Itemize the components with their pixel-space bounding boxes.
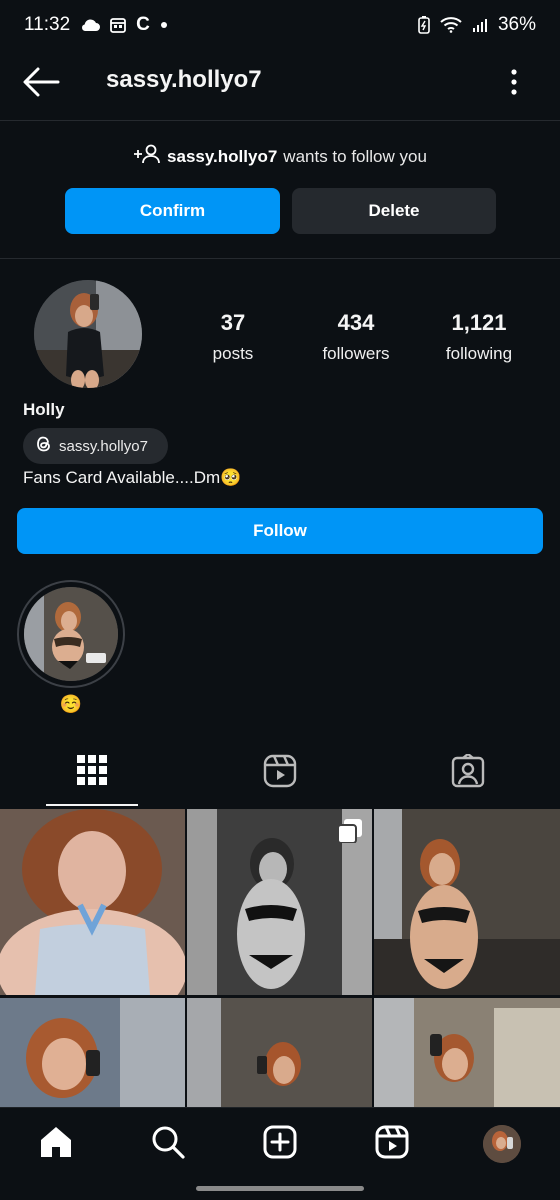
post-thumbnail[interactable] (0, 998, 185, 1107)
bottom-navigation (0, 1107, 560, 1179)
confirm-button[interactable]: Confirm (65, 188, 280, 234)
search-icon (151, 1125, 185, 1164)
stat-followers[interactable]: 434 followers (306, 310, 406, 364)
request-username[interactable]: sassy.hollyo7 (167, 147, 277, 167)
battery-saver-icon (418, 16, 430, 34)
add-person-icon (133, 144, 161, 169)
story-highlight[interactable]: ☺️ (17, 580, 125, 715)
follow-request-banner: sassy.hollyo7 wants to follow you (0, 144, 560, 169)
post-thumbnail[interactable] (0, 809, 185, 995)
post-thumbnail[interactable] (187, 809, 372, 995)
profile-avatar[interactable] (34, 280, 142, 388)
highlight-cover (24, 587, 118, 681)
following-label: following (445, 344, 513, 363)
tab-tagged[interactable] (422, 740, 514, 806)
nav-profile[interactable] (482, 1124, 522, 1164)
signal-icon (472, 17, 488, 33)
post-grid (0, 809, 560, 1107)
status-time: 11:32 (24, 14, 71, 35)
delete-button[interactable]: Delete (292, 188, 496, 234)
post-thumbnail[interactable] (187, 998, 372, 1107)
battery-level: 36% (497, 14, 536, 35)
wifi-icon (440, 17, 462, 33)
followers-count: 434 (337, 310, 375, 335)
nav-home[interactable] (36, 1124, 76, 1164)
nav-search[interactable] (148, 1124, 188, 1164)
request-text: wants to follow you (283, 146, 427, 166)
multiple-posts-icon (337, 819, 362, 848)
calendar-icon (110, 17, 127, 33)
display-name: Holly (23, 400, 65, 419)
posts-count: 37 (220, 310, 246, 335)
header-divider (0, 120, 560, 121)
back-arrow-icon[interactable] (22, 66, 60, 98)
followers-label: followers (322, 344, 390, 363)
profile-header: sassy.hollyo7 (0, 52, 560, 114)
follow-button[interactable]: Follow (17, 508, 543, 554)
tab-reels[interactable] (234, 740, 326, 806)
reels-icon (263, 754, 297, 793)
profile-tabs (0, 740, 560, 806)
nav-create[interactable] (260, 1124, 300, 1164)
create-icon (263, 1125, 297, 1164)
stat-posts[interactable]: 37 posts (190, 310, 276, 364)
dot-icon (160, 21, 168, 29)
tab-grid[interactable] (46, 740, 138, 806)
status-bar: 11:32 C 36% (0, 0, 560, 50)
stat-following[interactable]: 1,121 following (432, 310, 526, 364)
request-divider (0, 258, 560, 259)
profile-avatar (483, 1125, 521, 1163)
following-count: 1,121 (451, 310, 507, 335)
reels-icon (375, 1125, 409, 1164)
home-indicator[interactable] (196, 1186, 364, 1191)
post-thumbnail[interactable] (374, 809, 560, 995)
home-icon (38, 1124, 74, 1165)
threads-badge[interactable]: sassy.hollyo7 (23, 428, 168, 464)
highlight-ring (17, 580, 125, 688)
cloud-icon (80, 18, 101, 32)
posts-label: posts (212, 344, 254, 363)
threads-icon (35, 434, 53, 458)
threads-handle: sassy.hollyo7 (59, 437, 148, 455)
highlight-caption: ☺️ (59, 694, 83, 714)
header-username: sassy.hollyo7 (106, 66, 262, 93)
nav-reels[interactable] (372, 1124, 412, 1164)
tagged-icon (451, 751, 485, 793)
profile-bio: Fans Card Available....Dm🥺 (23, 468, 242, 487)
more-options-icon[interactable] (504, 64, 524, 100)
grid-icon (76, 754, 108, 791)
c-app-icon: C (136, 14, 150, 35)
post-thumbnail[interactable] (374, 998, 560, 1107)
